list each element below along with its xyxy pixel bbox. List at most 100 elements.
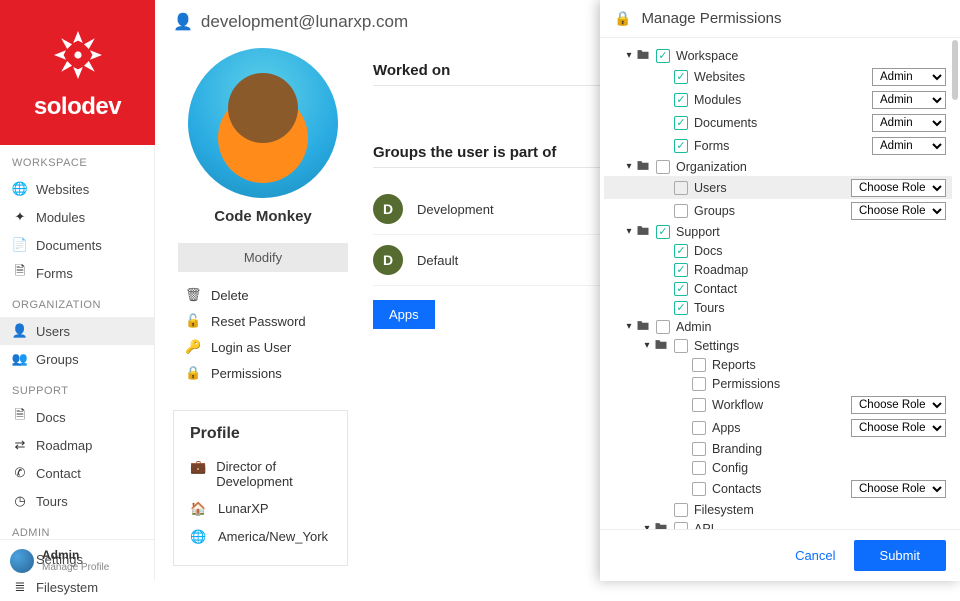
caret-icon[interactable]: ▾ <box>624 321 634 332</box>
nav-item-tours[interactable]: ◷Tours <box>0 487 154 515</box>
tree-row-workflow[interactable]: WorkflowChoose Role <box>604 393 952 416</box>
checkbox[interactable]: ✓ <box>674 93 688 107</box>
role-select[interactable]: Admin <box>872 91 946 109</box>
checkbox[interactable] <box>674 181 688 195</box>
role-select[interactable]: Admin <box>872 137 946 155</box>
caret-icon[interactable]: ▾ <box>624 226 634 237</box>
checkbox[interactable] <box>674 522 688 530</box>
checkbox[interactable] <box>674 339 688 353</box>
role-select[interactable]: Admin <box>872 68 946 86</box>
checkbox[interactable] <box>692 377 706 391</box>
tree-row-config[interactable]: Config <box>604 458 952 477</box>
tree-label: Forms <box>694 139 872 153</box>
tree-row-support[interactable]: ▾✓Support <box>604 222 952 241</box>
nav-item-users[interactable]: 👤Users <box>0 317 154 345</box>
action-delete[interactable]: 🗑Delete <box>181 282 345 308</box>
checkbox[interactable] <box>692 398 706 412</box>
nav-item-groups[interactable]: 👥Groups <box>0 345 154 373</box>
caret-icon[interactable]: ▾ <box>624 161 634 172</box>
checkbox[interactable] <box>692 461 706 475</box>
checkbox[interactable] <box>674 503 688 517</box>
action-login-as-user[interactable]: 🔑Login as User <box>181 334 345 360</box>
checkbox[interactable]: ✓ <box>674 263 688 277</box>
footer-user-sub: Manage Profile <box>42 562 109 573</box>
caret-icon[interactable]: ▾ <box>624 50 634 61</box>
role-select[interactable]: Choose Role <box>851 202 946 220</box>
tree-row-filesystem[interactable]: Filesystem <box>604 500 952 519</box>
tree-label: API <box>694 522 946 530</box>
role-select[interactable]: Choose Role <box>851 396 946 414</box>
tree-row-docs[interactable]: ✓Docs <box>604 241 952 260</box>
filesystem-icon: ≣ <box>12 579 28 595</box>
documents-icon: 📄 <box>12 237 28 253</box>
apps-button[interactable]: Apps <box>373 300 435 329</box>
solodev-icon <box>48 25 108 85</box>
folder-icon <box>636 49 652 63</box>
checkbox[interactable]: ✓ <box>674 70 688 84</box>
profile-icon: 🏠 <box>190 501 208 517</box>
action-icon: 🔑 <box>185 339 201 355</box>
tree-label: Contact <box>694 282 946 296</box>
tree-row-groups[interactable]: GroupsChoose Role <box>604 199 952 222</box>
modify-button[interactable]: Modify <box>178 243 348 272</box>
nav-item-contact[interactable]: ✆Contact <box>0 459 154 487</box>
footer-avatar <box>10 549 34 573</box>
tree-row-permissions[interactable]: Permissions <box>604 374 952 393</box>
tree-row-branding[interactable]: Branding <box>604 439 952 458</box>
checkbox[interactable]: ✓ <box>674 244 688 258</box>
checkbox[interactable] <box>692 421 706 435</box>
checkbox[interactable] <box>656 320 670 334</box>
nav-item-websites[interactable]: 🌐Websites <box>0 175 154 203</box>
checkbox[interactable]: ✓ <box>674 139 688 153</box>
nav-item-roadmap[interactable]: ⇄Roadmap <box>0 431 154 459</box>
cancel-button[interactable]: Cancel <box>795 548 835 563</box>
tree-row-contact[interactable]: ✓ Contact <box>604 279 952 298</box>
checkbox[interactable]: ✓ <box>656 225 670 239</box>
caret-icon[interactable]: ▾ <box>642 340 652 351</box>
submit-button[interactable]: Submit <box>854 540 946 571</box>
tree-row-api[interactable]: ▾API <box>604 519 952 529</box>
checkbox[interactable]: ✓ <box>674 116 688 130</box>
checkbox[interactable] <box>692 442 706 456</box>
scrollbar[interactable] <box>952 40 958 100</box>
permissions-tree[interactable]: ▾✓Workspace✓WebsitesAdmin✓ModulesAdmin✓D… <box>600 38 960 529</box>
tree-row-admin[interactable]: ▾ Admin <box>604 317 952 336</box>
tree-row-organization[interactable]: ▾Organization <box>604 157 952 176</box>
tree-label: Groups <box>694 204 851 218</box>
checkbox[interactable] <box>674 204 688 218</box>
nav-item-forms[interactable]: 🗎Forms <box>0 259 154 287</box>
checkbox[interactable]: ✓ <box>674 301 688 315</box>
tree-row-tours[interactable]: ✓Tours <box>604 298 952 317</box>
tree-row-modules[interactable]: ✓ModulesAdmin <box>604 88 952 111</box>
tree-row-websites[interactable]: ✓WebsitesAdmin <box>604 65 952 88</box>
group-label: Development <box>417 202 494 217</box>
tree-label: Admin <box>676 320 946 334</box>
nav-section-organization: ORGANIZATION <box>0 287 154 317</box>
checkbox[interactable]: ✓ <box>656 49 670 63</box>
checkbox[interactable] <box>692 482 706 496</box>
tree-row-documents[interactable]: ✓DocumentsAdmin <box>604 111 952 134</box>
tree-row-roadmap[interactable]: ✓Roadmap <box>604 260 952 279</box>
role-select[interactable]: Admin <box>872 114 946 132</box>
tree-row-contacts[interactable]: ContactsChoose Role <box>604 477 952 500</box>
page-title: development@lunarxp.com <box>201 12 408 32</box>
nav-item-documents[interactable]: 📄Documents <box>0 231 154 259</box>
tree-row-settings[interactable]: ▾Settings <box>604 336 952 355</box>
role-select[interactable]: Choose Role <box>851 419 946 437</box>
tree-row-apps[interactable]: AppsChoose Role <box>604 416 952 439</box>
action-permissions[interactable]: 🔒Permissions <box>181 360 345 386</box>
tree-row-reports[interactable]: Reports <box>604 355 952 374</box>
role-select[interactable]: Choose Role <box>851 179 946 197</box>
footer-user[interactable]: Admin Manage Profile <box>0 539 155 581</box>
tree-row-workspace[interactable]: ▾✓Workspace <box>604 46 952 65</box>
role-select[interactable]: Choose Role <box>851 480 946 498</box>
checkbox[interactable] <box>656 160 670 174</box>
checkbox[interactable]: ✓ <box>674 282 688 296</box>
action-reset-password[interactable]: 🔓Reset Password <box>181 308 345 334</box>
nav-item-modules[interactable]: ✦Modules <box>0 203 154 231</box>
nav-item-docs[interactable]: 🗎Docs <box>0 403 154 431</box>
user-icon: 👤 <box>173 12 193 32</box>
checkbox[interactable] <box>692 358 706 372</box>
tree-row-forms[interactable]: ✓ FormsAdmin <box>604 134 952 157</box>
tree-row-users[interactable]: UsersChoose Role <box>604 176 952 199</box>
